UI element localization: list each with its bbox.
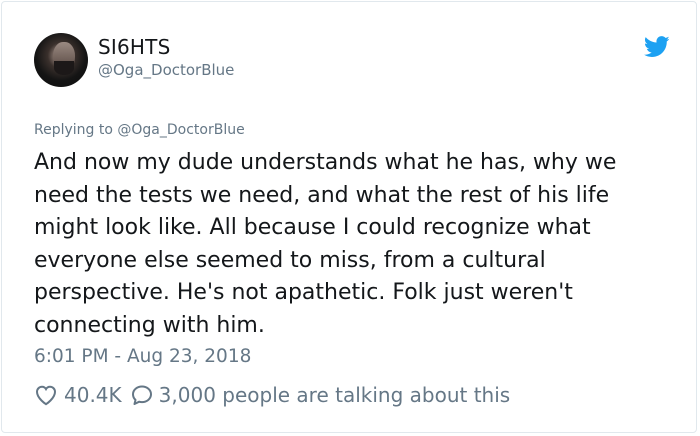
tweet-line: perspective. He's not apathetic. Folk ju… [34, 280, 573, 305]
author-handle[interactable]: @Oga_DoctorBlue [98, 61, 234, 79]
tweet-text: And now my dude understands what he has,… [34, 147, 684, 342]
speech-bubble-icon[interactable] [130, 383, 154, 407]
tweet-line: And now my dude understands what he has,… [34, 150, 617, 175]
twitter-bird-icon[interactable] [644, 36, 670, 58]
tweet-card: SI6HTS @Oga_DoctorBlue Replying to @Oga_… [1, 1, 697, 433]
talking-count[interactable]: 3,000 people are talking about this [159, 383, 511, 407]
tweet-timestamp[interactable]: 6:01 PM - Aug 23, 2018 [34, 346, 251, 367]
replying-to[interactable]: Replying to @Oga_DoctorBlue [34, 122, 245, 138]
avatar-beard [54, 61, 74, 75]
tweet-line: everyone else seemed to miss, from a cul… [34, 247, 546, 273]
like-count[interactable]: 40.4K [64, 383, 122, 407]
tweet-line: connecting with him. [34, 312, 265, 338]
tweet-line: might look like. All because I could rec… [34, 215, 591, 240]
author-display-name[interactable]: SI6HTS [98, 35, 170, 59]
heart-icon[interactable] [34, 383, 58, 407]
avatar[interactable] [34, 33, 88, 87]
tweet-actions: 40.4K 3,000 people are talking about thi… [34, 382, 510, 408]
tweet-line: need the tests we need, and what the res… [34, 182, 610, 208]
